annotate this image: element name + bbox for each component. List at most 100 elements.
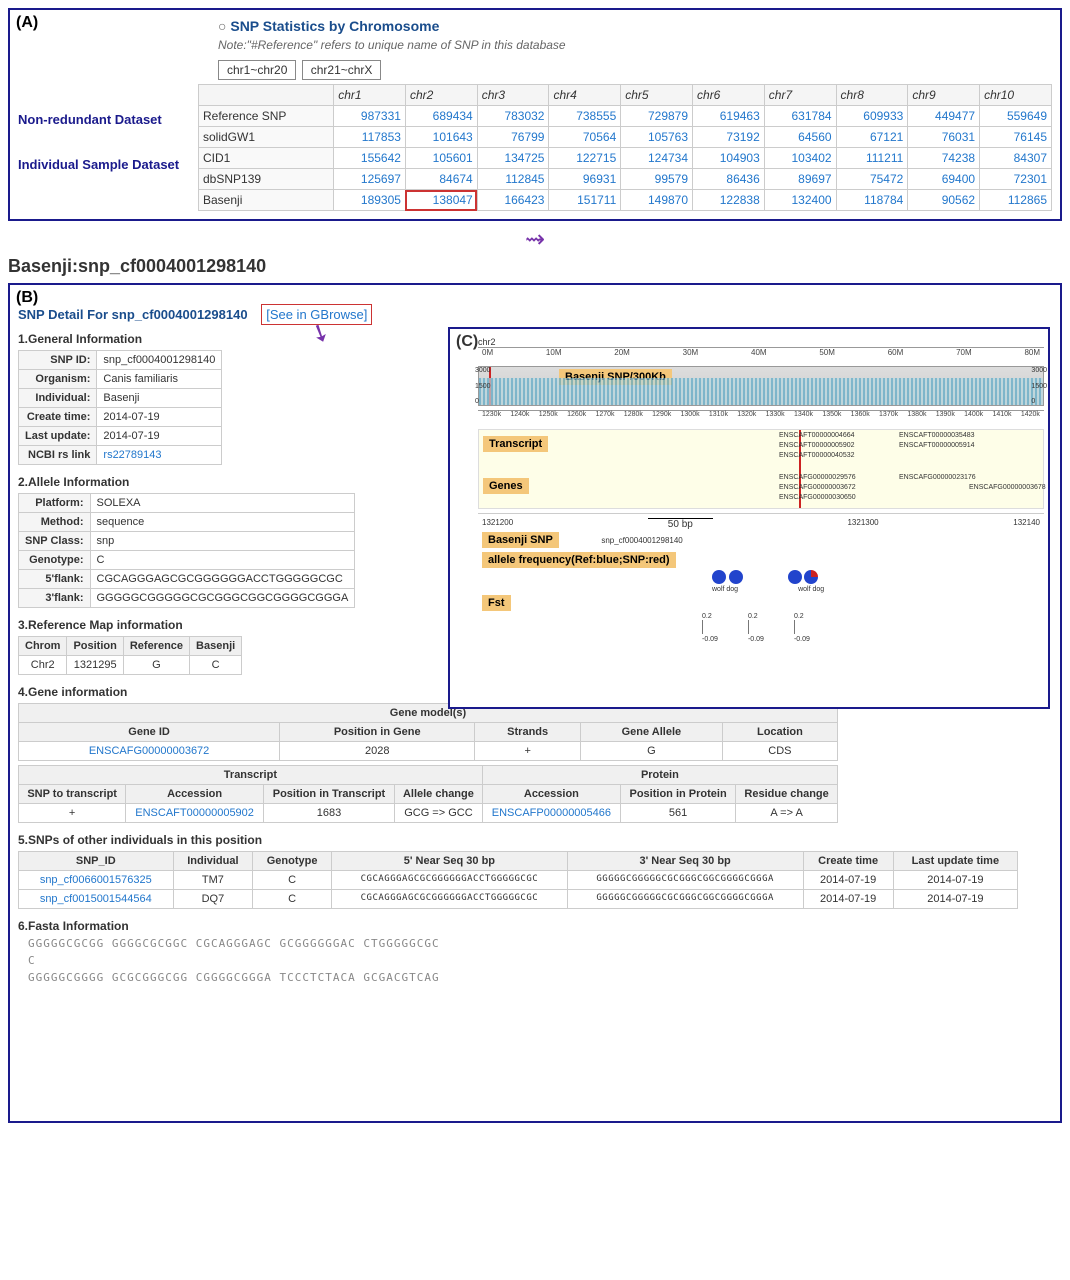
other-cell: GGGGGCGGGGGCGCGGGCGGCGGGGCGGGA — [567, 871, 803, 890]
tab-chr21-x[interactable]: chr21~chrX — [302, 60, 382, 80]
gene-lbl-1[interactable]: ENSCAFT00000005902 — [779, 442, 855, 449]
tick: 20M — [614, 348, 630, 366]
stats-cell[interactable]: 72301 — [980, 169, 1052, 190]
gh25: Position in Protein — [621, 785, 736, 804]
transcript-link[interactable]: ENSCAFT00000005902 — [135, 807, 254, 819]
stats-cell[interactable]: 67121 — [836, 127, 908, 148]
gene-lbl-9[interactable]: ENSCAFG00000003678 — [969, 484, 1046, 491]
stats-cell[interactable]: 76145 — [980, 127, 1052, 148]
stats-cell[interactable]: 73192 — [693, 127, 765, 148]
stats-cell[interactable]: 84674 — [405, 169, 477, 190]
stats-cell[interactable]: 783032 — [477, 106, 549, 127]
stats-cell[interactable]: 90562 — [908, 190, 980, 211]
gene-lbl-0[interactable]: ENSCAFT00000004664 — [779, 432, 855, 439]
tick: 1310k — [709, 411, 728, 429]
other-cell: DQ7 — [173, 890, 253, 909]
stats-cell[interactable]: 124734 — [621, 148, 693, 169]
stats-cell[interactable]: 117853 — [334, 127, 406, 148]
nav-title: Basenji:snp_cf0004001298140 — [8, 256, 1062, 277]
tab-chr1-20[interactable]: chr1~chr20 — [218, 60, 296, 80]
stats-cell[interactable]: 84307 — [980, 148, 1052, 169]
refmap-head: 3.Reference Map information — [18, 618, 418, 632]
other-h-0: SNP_ID — [19, 852, 174, 871]
refmap-c0: Chr2 — [19, 656, 67, 675]
stats-cell[interactable]: 64560 — [764, 127, 836, 148]
stats-cell[interactable]: 86436 — [693, 169, 765, 190]
stats-cell[interactable]: 609933 — [836, 106, 908, 127]
gc11: 2028 — [280, 742, 475, 761]
gene-lbl-3[interactable]: ENSCAFT00000035483 — [899, 432, 975, 439]
gene-lbl-4[interactable]: ENSCAFT00000005914 — [899, 442, 975, 449]
stats-cell[interactable]: 987331 — [334, 106, 406, 127]
stats-cell[interactable]: 149870 — [621, 190, 693, 211]
fst1: -0.09 — [702, 636, 718, 643]
stats-cell[interactable]: 132400 — [764, 190, 836, 211]
stats-cell[interactable]: 89697 — [764, 169, 836, 190]
other-cell: 2014-07-19 — [893, 890, 1017, 909]
stats-cell[interactable]: 112865 — [980, 190, 1052, 211]
gene-lbl-7[interactable]: ENSCAFG00000030650 — [779, 494, 856, 501]
stats-cell[interactable]: 449477 — [908, 106, 980, 127]
stats-cell[interactable]: 112845 — [477, 169, 549, 190]
stats-cell[interactable]: 96931 — [549, 169, 621, 190]
stats-cell[interactable]: 69400 — [908, 169, 980, 190]
stats-cell[interactable]: 631784 — [764, 106, 836, 127]
track-allele-label: allele frequency(Ref:blue;SNP:red) — [482, 552, 676, 568]
tick: 1270k — [595, 411, 614, 429]
stats-cell[interactable]: 151711 — [549, 190, 621, 211]
stats-cell[interactable]: 166423 — [477, 190, 549, 211]
stats-cell[interactable]: 122838 — [693, 190, 765, 211]
other-snp-link[interactable]: snp_cf0066001576325 — [40, 874, 152, 886]
stats-cell[interactable]: 101643 — [405, 127, 477, 148]
stats-cell[interactable]: 104903 — [693, 148, 765, 169]
gene-lbl-5[interactable]: ENSCAFG00000029576 — [779, 474, 856, 481]
stats-cell[interactable]: 189305 — [334, 190, 406, 211]
gene-id-link[interactable]: ENSCAFG00000003672 — [89, 745, 209, 757]
stats-rowhead-1: solidGW1 — [199, 127, 334, 148]
gene-lbl-2[interactable]: ENSCAFT00000040532 — [779, 452, 855, 459]
tick: 1380k — [907, 411, 926, 429]
stats-cell[interactable]: 155642 — [334, 148, 406, 169]
stats-col-9: chr9 — [908, 85, 980, 106]
stats-cell[interactable]: 619463 — [693, 106, 765, 127]
stats-cell[interactable]: 105601 — [405, 148, 477, 169]
general-table-lbl-5: NCBI rs link — [19, 446, 97, 465]
density-track: Basenji SNP/300Kb 3000 1500 0 3000 1500 … — [478, 366, 1044, 406]
stats-cell[interactable]: 134725 — [477, 148, 549, 169]
gene-lbl-6[interactable]: ENSCAFG00000003672 — [779, 484, 856, 491]
stats-cell[interactable]: 559649 — [980, 106, 1052, 127]
tick: 1370k — [879, 411, 898, 429]
tick: 0M — [482, 348, 493, 366]
stats-col-10: chr10 — [980, 85, 1052, 106]
stats-cell[interactable]: 105763 — [621, 127, 693, 148]
stats-cell[interactable]: 689434 — [405, 106, 477, 127]
gc20: + — [19, 804, 126, 823]
allele-table-val-3: C — [90, 551, 355, 570]
allele-table-val-4: CGCAGGGAGCGCGGGGGGACCTGGGGGCGC — [90, 570, 355, 589]
stats-cell[interactable]: 99579 — [621, 169, 693, 190]
stats-cell[interactable]: 75472 — [836, 169, 908, 190]
stats-cell[interactable]: 729879 — [621, 106, 693, 127]
stats-cell[interactable]: 738555 — [549, 106, 621, 127]
stats-cell[interactable]: 122715 — [549, 148, 621, 169]
stats-cell[interactable]: 138047 — [405, 190, 477, 211]
stats-cell[interactable]: 74238 — [908, 148, 980, 169]
ncbi-link[interactable]: rs22789143 — [103, 449, 161, 461]
snp-marker-label[interactable]: snp_cf0004001298140 — [601, 536, 682, 545]
stats-cell[interactable]: 125697 — [334, 169, 406, 190]
stats-cell[interactable]: 76799 — [477, 127, 549, 148]
gc12: + — [475, 742, 581, 761]
other-snp-link[interactable]: snp_cf0015001544564 — [40, 893, 152, 905]
stats-cell[interactable]: 118784 — [836, 190, 908, 211]
gc25: 561 — [621, 804, 736, 823]
stats-cell[interactable]: 70564 — [549, 127, 621, 148]
general-table-lbl-0: SNP ID: — [19, 351, 97, 370]
general-table-lbl-4: Last update: — [19, 427, 97, 446]
protein-link[interactable]: ENSCAFP00000005466 — [492, 807, 611, 819]
gene-lbl-8[interactable]: ENSCAFG00000023176 — [899, 474, 976, 481]
gh21: Accession — [126, 785, 264, 804]
stats-cell[interactable]: 76031 — [908, 127, 980, 148]
stats-cell[interactable]: 103402 — [764, 148, 836, 169]
stats-cell[interactable]: 111211 — [836, 148, 908, 169]
general-table-val-4: 2014-07-19 — [97, 427, 222, 446]
